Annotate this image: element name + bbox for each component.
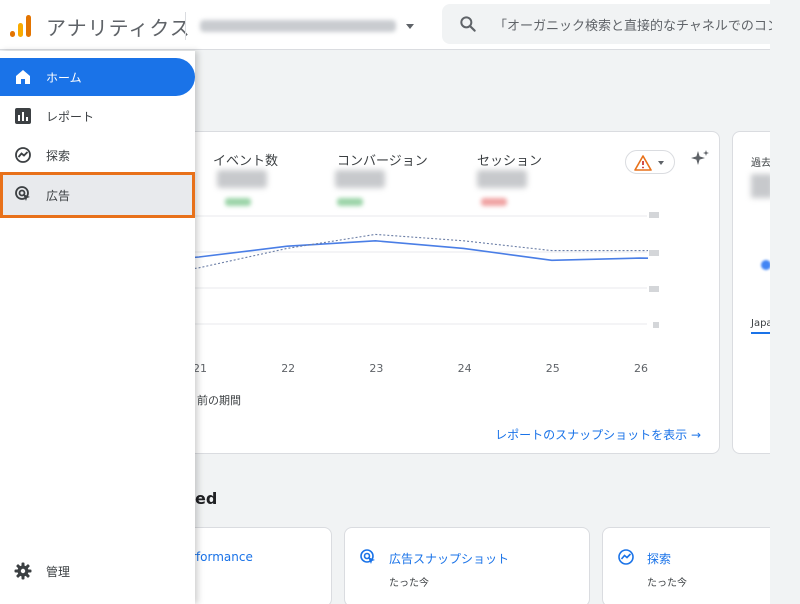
search-bar[interactable]: 「オーガニック検索と直接的なチャネルでのコン <box>442 4 772 44</box>
section-title: ed <box>195 489 218 508</box>
tile-title: rformance <box>191 550 253 564</box>
reports-icon <box>15 108 31 124</box>
metric-event-delta-redacted <box>225 198 251 206</box>
explore-icon <box>618 549 634 565</box>
tile-title: 探索 <box>647 552 672 566</box>
chevron-down-icon <box>658 161 664 165</box>
sidebar-item-advertising[interactable]: 広告 <box>0 172 195 218</box>
metric-conversions[interactable]: コンバージョン <box>337 150 428 169</box>
x-tick-label: 21 <box>193 362 207 375</box>
metric-event-value-redacted <box>217 170 267 188</box>
metric-event-count[interactable]: イベント数 <box>213 150 278 169</box>
tile-timestamp: たった今 <box>647 578 687 589</box>
sidebar-item-label: 管理 <box>46 565 71 579</box>
recent-tile-explore[interactable]: 探索 たった今 <box>602 527 770 604</box>
metric-conversions-value-redacted <box>335 170 385 188</box>
warning-icon <box>634 155 652 171</box>
metrics-card: イベント数 コンバージョン セッション 21 22 23 24 25 26 前の… <box>150 131 720 454</box>
gear-icon <box>14 562 32 580</box>
metric-conversions-delta-redacted <box>337 198 363 206</box>
explore-icon <box>15 147 31 163</box>
data-quality-warning-button[interactable] <box>625 150 675 174</box>
sidebar-item-label: 広告 <box>46 189 71 203</box>
metric-sessions[interactable]: セッション <box>477 150 542 169</box>
recent-tile-ad-snapshot[interactable]: 広告スナップショット たった今 <box>344 527 590 604</box>
search-icon <box>460 16 476 32</box>
home-icon <box>16 70 30 84</box>
property-selector[interactable] <box>196 16 414 36</box>
sidebar-item-home[interactable]: ホーム <box>0 58 195 96</box>
divider <box>185 12 186 40</box>
realtime-card: 過去 Japa <box>732 131 770 454</box>
legend-previous-period: 前の期間 <box>197 394 241 407</box>
sidebar-item-explore[interactable]: 探索 <box>0 136 195 174</box>
x-tick-label: 24 <box>457 362 472 375</box>
metric-sessions-value-redacted <box>477 170 527 188</box>
side-card-title: 過去 <box>751 158 770 169</box>
y-tick-redacted <box>653 322 659 328</box>
tile-timestamp: たった今 <box>389 578 429 589</box>
tile-title: 広告スナップショット <box>389 552 510 566</box>
x-tick-label: 26 <box>634 362 648 375</box>
insights-sparkle-icon[interactable] <box>689 148 711 170</box>
search-input[interactable]: 「オーガニック検索と直接的なチャネルでのコン <box>494 15 772 34</box>
analytics-logo-icon[interactable] <box>10 13 32 37</box>
x-tick-label: 23 <box>369 362 384 375</box>
y-tick-redacted <box>649 250 659 256</box>
series-current-line <box>151 239 649 262</box>
x-tick-label: 22 <box>281 362 296 375</box>
sidebar-item-reports[interactable]: レポート <box>0 97 195 135</box>
advertising-icon <box>15 186 30 201</box>
navigation-drawer: ホーム レポート 探索 広告 管理 <box>0 51 195 604</box>
app-title: アナリティクス <box>46 16 191 40</box>
side-card-value-redacted <box>751 174 770 198</box>
active-underline <box>751 332 770 334</box>
advertising-icon <box>360 549 375 564</box>
map-dot <box>761 260 770 270</box>
chevron-down-icon <box>406 24 414 29</box>
sidebar-item-label: ホーム <box>46 71 82 85</box>
side-card-label[interactable]: Japa <box>751 318 770 329</box>
sidebar-item-label: 探索 <box>46 149 71 163</box>
property-name-redacted <box>200 20 396 32</box>
y-tick-redacted <box>649 286 659 292</box>
sidebar-item-admin[interactable]: 管理 <box>0 552 195 590</box>
y-tick-redacted <box>649 212 659 218</box>
view-snapshot-link[interactable]: レポートのスナップショットを表示 → <box>495 426 701 443</box>
sidebar-item-label: レポート <box>46 110 95 124</box>
x-tick-label: 25 <box>545 362 560 375</box>
line-chart <box>151 212 659 328</box>
metric-sessions-delta-redacted <box>481 198 507 206</box>
top-app-bar: アナリティクス 「オーガニック検索と直接的なチャネルでのコン <box>0 0 772 50</box>
